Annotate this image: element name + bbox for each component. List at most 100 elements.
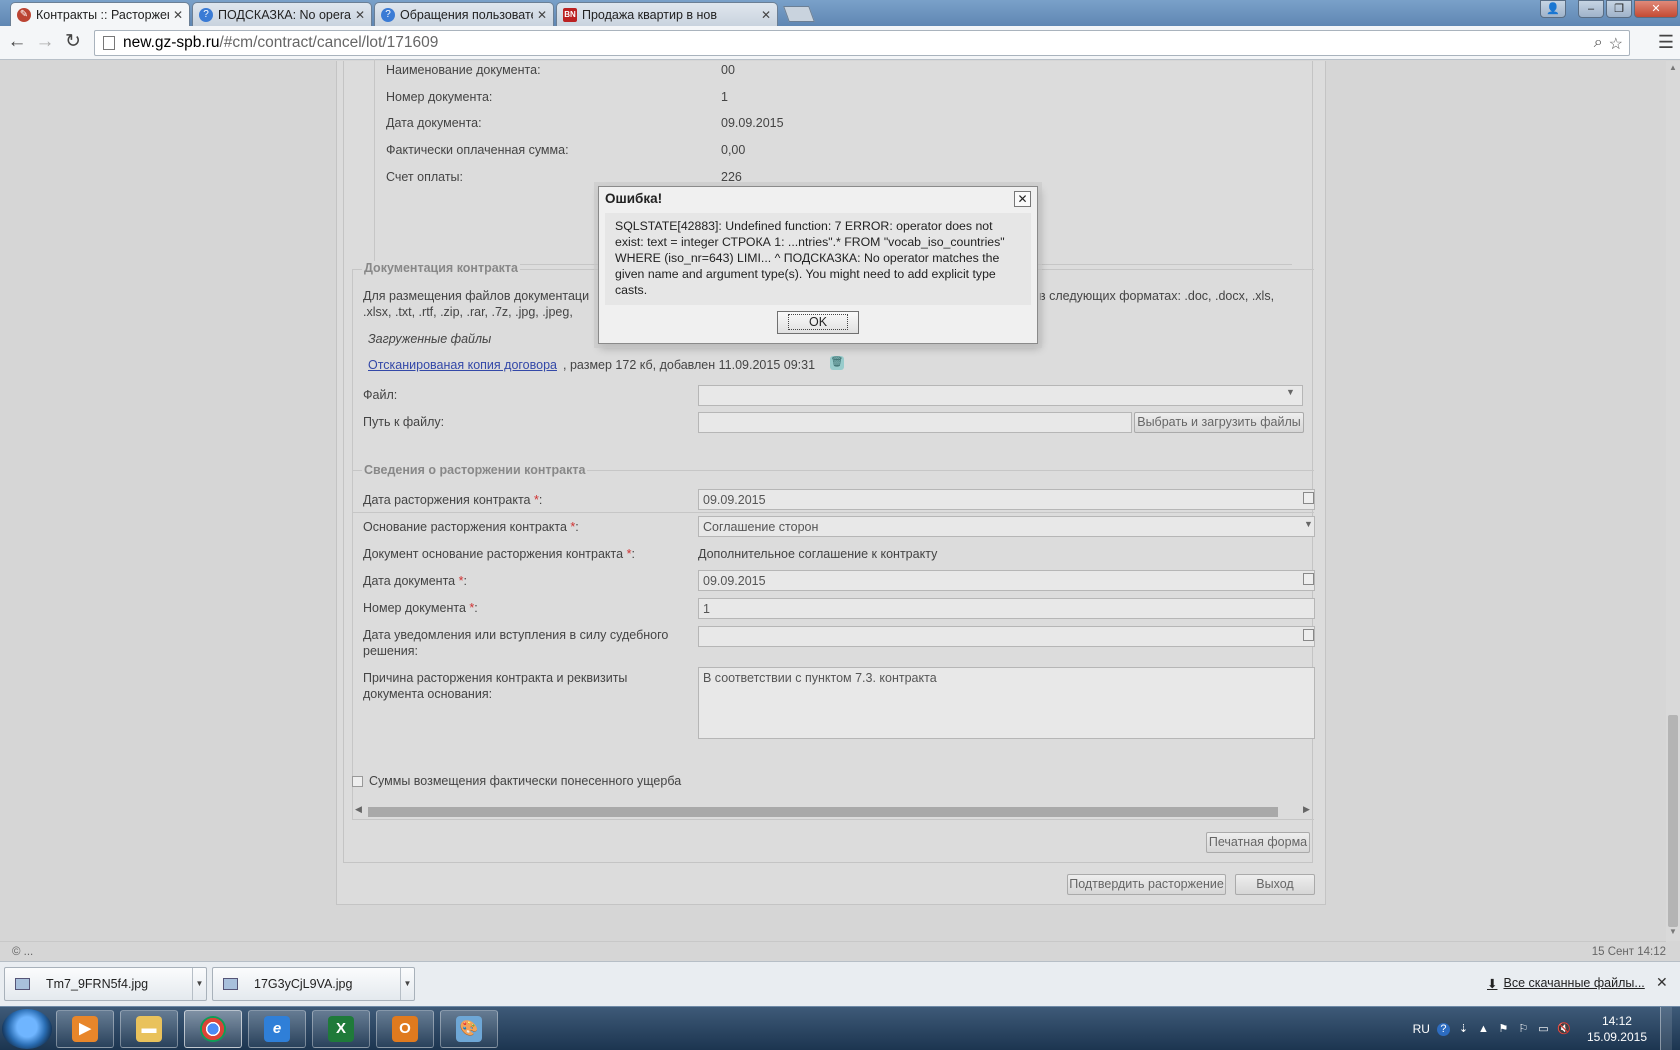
download-filename: Tm7_9FRN5f4.jpg	[46, 977, 149, 991]
tab-title: ПОДСКАЗКА: No operato	[218, 7, 351, 22]
start-button[interactable]	[2, 1009, 52, 1049]
tab-close-icon[interactable]: ✕	[761, 8, 771, 22]
horizontal-scrollbar[interactable]: ◀ ▶	[352, 803, 1310, 819]
reload-icon[interactable]: ↻	[62, 31, 84, 53]
close-downloads-icon[interactable]: ✕	[1656, 974, 1668, 991]
clock[interactable]: 14:12 15.09.2015	[1587, 1013, 1647, 1045]
upload-files-button[interactable]: Выбрать и загрузить файлы	[1134, 412, 1304, 433]
error-dialog: Ошибка! ✕ SQLSTATE[42883]: Undefined fun…	[598, 186, 1038, 344]
forward-icon[interactable]: →	[34, 31, 56, 53]
tab-title: Контракты :: Расторжени	[36, 7, 169, 22]
doc-number-label: Номер документа:	[386, 90, 493, 104]
image-file-icon	[223, 978, 238, 990]
error-message: SQLSTATE[42883]: Undefined function: 7 E…	[605, 213, 1031, 305]
reason-label-line2: документа основания:	[363, 687, 493, 701]
chevron-down-icon[interactable]: ▼	[1304, 519, 1313, 529]
restore-button[interactable]: ❐	[1606, 0, 1632, 18]
tab-contracts[interactable]: ✎ Контракты :: Расторжени ✕	[10, 2, 190, 26]
url-host: new.gz-spb.ru	[123, 34, 220, 51]
zoom-icon[interactable]: ⌕	[1594, 34, 1603, 54]
clock-time: 14:12	[1601, 1014, 1632, 1028]
calendar-icon[interactable]	[1303, 492, 1314, 504]
exit-button[interactable]: Выход	[1235, 874, 1315, 895]
doc-number-value: 1	[721, 90, 728, 104]
update-icon[interactable]: ⇣	[1457, 1023, 1470, 1036]
tab-close-icon[interactable]: ✕	[537, 8, 547, 22]
close-window-button[interactable]: ✕	[1634, 0, 1678, 18]
calendar-icon[interactable]	[1303, 629, 1314, 641]
show-desktop-button[interactable]	[1660, 1007, 1672, 1050]
termination-doc-number-input[interactable]: 1	[698, 598, 1315, 619]
tab-user-requests[interactable]: ? Обращения пользовател ✕	[374, 2, 554, 26]
docs-legend: Документация контракта	[362, 261, 521, 275]
termination-legend: Сведения о расторжении контракта	[362, 463, 588, 477]
termination-basis-select[interactable]: Соглашение сторон	[698, 516, 1315, 537]
file-select[interactable]	[698, 385, 1303, 406]
flag-icon[interactable]: ⚑	[1497, 1023, 1510, 1036]
bookmark-star-icon[interactable]: ☆	[1609, 34, 1623, 54]
download-filename: 17G3yCjL9VA.jpg	[254, 977, 353, 991]
chrome-icon[interactable]	[184, 1010, 242, 1048]
notify-date-input[interactable]	[698, 626, 1315, 647]
termination-date-input[interactable]: 09.09.2015	[698, 489, 1315, 510]
reason-textarea[interactable]: В соответствии с пунктом 7.3. контракта	[698, 667, 1315, 739]
scroll-left-icon[interactable]: ◀	[355, 804, 362, 815]
scroll-right-icon[interactable]: ▶	[1303, 804, 1310, 815]
confirm-termination-button[interactable]: Подтвердить расторжение	[1067, 874, 1226, 895]
download-item[interactable]: 17G3yCjL9VA.jpg ▼	[212, 967, 415, 1001]
doc-date-value: 09.09.2015	[721, 116, 784, 130]
download-item[interactable]: Tm7_9FRN5f4.jpg ▼	[4, 967, 207, 1001]
all-downloads-link[interactable]: ⬇ Все скачанные файлы...	[1487, 976, 1645, 991]
file-explorer-icon[interactable]: ▬	[120, 1010, 178, 1048]
scrollbar-thumb[interactable]	[368, 807, 1278, 817]
scroll-down-icon[interactable]: ▼	[1669, 927, 1677, 936]
file-path-input[interactable]	[698, 412, 1132, 433]
network-icon[interactable]: ▭	[1537, 1023, 1550, 1036]
tab-close-icon[interactable]: ✕	[355, 8, 365, 22]
volume-muted-icon[interactable]: 🔇	[1557, 1023, 1571, 1036]
reason-label: Причина расторжения контракта и реквизит…	[363, 671, 628, 685]
close-icon[interactable]: ✕	[1014, 191, 1031, 207]
show-hidden-icons[interactable]: ▲	[1477, 1023, 1490, 1036]
delete-file-icon[interactable]: 🗑	[830, 356, 844, 370]
tab-hint[interactable]: ? ПОДСКАЗКА: No operato ✕	[192, 2, 372, 26]
browser-menu-icon[interactable]: ☰	[1658, 32, 1674, 53]
uploaded-file-link[interactable]: Отсканированая копия договора	[368, 358, 557, 372]
damages-checkbox-label: Суммы возмещения фактически понесенного …	[369, 774, 682, 788]
termination-doc-date-input[interactable]: 09.09.2015	[698, 570, 1315, 591]
tab-close-icon[interactable]: ✕	[173, 8, 183, 22]
basis-doc-value: Дополнительное соглашение к контракту	[698, 547, 938, 561]
back-icon[interactable]: ←	[6, 31, 28, 53]
scroll-up-icon[interactable]: ▲	[1669, 63, 1677, 72]
print-form-button[interactable]: Печатная форма	[1206, 832, 1310, 853]
excel-icon[interactable]: X	[312, 1010, 370, 1048]
new-tab-button[interactable]	[783, 6, 815, 22]
damages-checkbox[interactable]	[352, 776, 363, 787]
paint-icon[interactable]: 🎨	[440, 1010, 498, 1048]
account-value: 226	[721, 170, 742, 184]
download-icon: ⬇	[1487, 977, 1498, 991]
user-icon[interactable]: 👤	[1540, 0, 1566, 18]
media-player-icon[interactable]: ▶	[56, 1010, 114, 1048]
vertical-scrollbar-thumb[interactable]	[1668, 715, 1678, 927]
outlook-icon[interactable]: O	[376, 1010, 434, 1048]
internet-explorer-icon[interactable]: e	[248, 1010, 306, 1048]
tab-apartments[interactable]: BN Продажа квартир в нов ✕	[556, 2, 778, 26]
calendar-icon[interactable]	[1303, 573, 1314, 585]
help-icon[interactable]: ?	[1436, 1022, 1450, 1036]
action-center-icon[interactable]: ⚐	[1517, 1023, 1530, 1036]
chevron-down-icon[interactable]: ▼	[192, 968, 206, 1000]
address-bar[interactable]: new.gz-spb.ru/#cm/contract/cancel/lot/17…	[94, 30, 1630, 56]
vertical-scrollbar[interactable]: ▲ ▼	[1666, 61, 1680, 941]
paid-amount-value: 0,00	[721, 143, 746, 157]
language-indicator[interactable]: RU	[1413, 1022, 1430, 1036]
ok-button[interactable]: OK	[777, 311, 859, 334]
chevron-down-icon[interactable]: ▼	[1286, 387, 1295, 397]
chevron-down-icon[interactable]: ▼	[400, 968, 414, 1000]
status-datetime: 15 Сент 14:12	[1591, 946, 1666, 958]
help-icon: ?	[199, 7, 213, 22]
image-file-icon	[15, 978, 30, 990]
minimize-button[interactable]: –	[1578, 0, 1604, 18]
browser-toolbar: ← → ↻ new.gz-spb.ru/#cm/contract/cancel/…	[0, 26, 1680, 60]
doc-name-value: 00	[721, 63, 735, 77]
